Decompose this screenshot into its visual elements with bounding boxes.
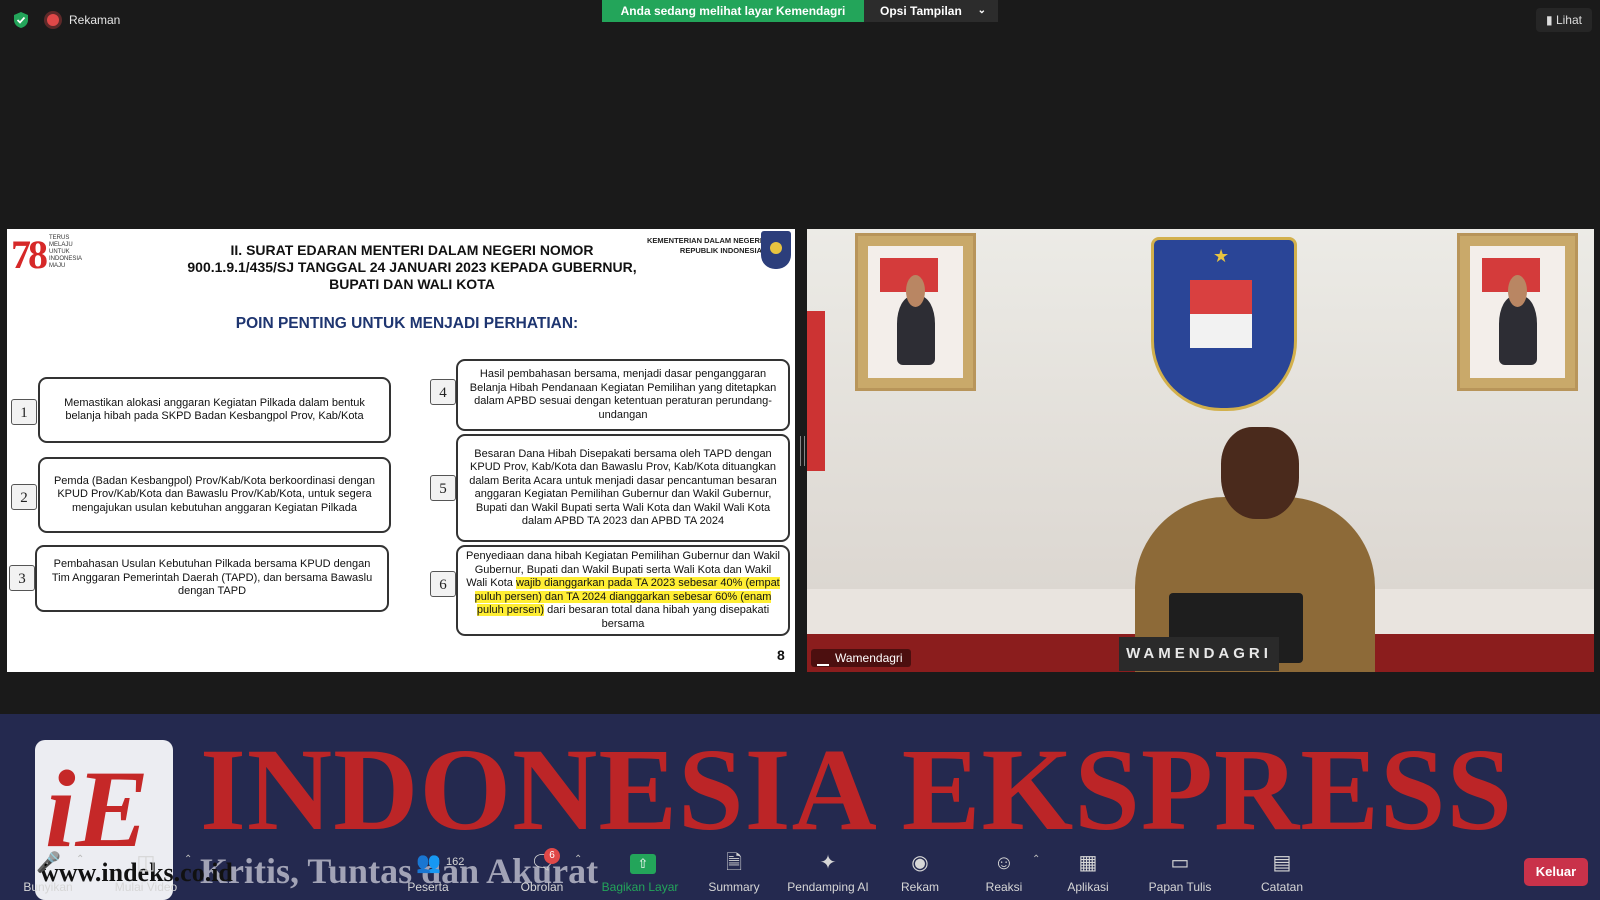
record-icon: ◉ xyxy=(911,852,929,874)
recording-dot-icon[interactable] xyxy=(47,14,59,26)
participant-video[interactable]: ★ WAMENDAGRI Wamendagri xyxy=(807,229,1594,672)
point-number: 6 xyxy=(430,571,456,597)
security-shield-icon[interactable] xyxy=(12,11,30,29)
slide-subtitle: POIN PENTING UNTUK MENJADI PERHATIAN: xyxy=(235,315,579,332)
portrait-frame xyxy=(1457,233,1578,391)
record-button[interactable]: ◉ Rekam xyxy=(874,840,966,900)
meeting-toolbar: 🎤 ⌃ Bunyikan ◫ ⌃ Mulai Video 👥 162 Peser… xyxy=(0,840,1600,900)
ai-companion-button[interactable]: ✦ Pendamping AI xyxy=(782,840,874,900)
participant-count: 162 xyxy=(446,856,465,868)
apps-button[interactable]: ▦ Aplikasi xyxy=(1042,840,1134,900)
whiteboard-button[interactable]: ▭ Papan Tulis xyxy=(1134,840,1226,900)
anniversary-logo: 78 xyxy=(11,232,48,277)
point-number: 3 xyxy=(9,565,35,591)
chat-button[interactable]: 🗨 ⌃ Obrolan xyxy=(496,840,588,900)
whiteboard-icon: ▭ xyxy=(1170,852,1190,874)
flag-decoration xyxy=(807,311,825,471)
ministry-name: KEMENTERIAN DALAM NEGERI REPUBLIK INDONE… xyxy=(646,236,762,255)
ministry-emblem-icon xyxy=(761,231,791,269)
point-text: Penyediaan dana hibah Kegiatan Pemilihan… xyxy=(466,550,780,630)
layout-icon: ▮ xyxy=(1546,13,1553,27)
notes-icon: ▤ xyxy=(1272,852,1292,874)
participant-name-label: Wamendagri xyxy=(811,649,911,667)
reactions-button[interactable]: ☺ ⌃ Reaksi xyxy=(958,840,1050,900)
view-options-label: Opsi Tampilan xyxy=(880,4,962,18)
chevron-up-icon[interactable]: ⌃ xyxy=(1032,854,1040,865)
chevron-down-icon: ⌄ xyxy=(977,5,986,16)
signal-strength-icon xyxy=(817,654,829,666)
recording-label[interactable]: Rekaman xyxy=(69,13,120,27)
summary-icon: 🗎 xyxy=(725,852,743,874)
share-screen-icon[interactable]: ⇧ xyxy=(630,854,656,874)
ai-sparkle-icon: ✦ xyxy=(819,852,837,874)
shared-slide: 78 TERUS MELAJU UNTUK INDONESIA MAJU II.… xyxy=(7,229,795,672)
point-number: 1 xyxy=(11,399,37,425)
notes-button[interactable]: ▤ Catatan xyxy=(1236,840,1328,900)
view-button[interactable]: ▮ Lihat xyxy=(1536,8,1592,32)
watermark-title: INDONESIA EKSPRESS xyxy=(200,724,1514,855)
view-options-dropdown[interactable]: Opsi Tampilan ⌄ xyxy=(864,0,998,22)
point-box: Pembahasan Usulan Kebutuhan Pilkada bers… xyxy=(35,545,389,612)
mute-button[interactable]: 🎤 ⌃ Bunyikan xyxy=(2,840,94,900)
point-box: Besaran Dana Hibah Disepakati bersama ol… xyxy=(456,434,790,542)
split-view-resize-handle[interactable] xyxy=(800,436,805,466)
chevron-up-icon[interactable]: ⌃ xyxy=(76,854,84,865)
ministry-crest: ★ xyxy=(1151,237,1297,411)
logo-motto: TERUS MELAJU UNTUK INDONESIA MAJU xyxy=(49,235,82,269)
point-box: Hasil pembahasan bersama, menjadi dasar … xyxy=(456,359,790,431)
point-box: Penyediaan dana hibah Kegiatan Pemilihan… xyxy=(456,545,790,636)
summary-button[interactable]: 🗎 Summary xyxy=(688,840,780,900)
point-number: 4 xyxy=(430,379,456,405)
view-button-label: Lihat xyxy=(1555,13,1582,27)
point-box: Pemda (Badan Kesbangpol) Prov/Kab/Kota b… xyxy=(38,457,391,533)
video-off-icon: ◫ xyxy=(136,852,156,874)
apps-icon: ▦ xyxy=(1078,852,1098,874)
speaker-head xyxy=(1221,427,1299,519)
point-box: Memastikan alokasi anggaran Kegiatan Pil… xyxy=(38,377,391,443)
portrait-frame xyxy=(855,233,976,391)
participants-button[interactable]: 👥 162 Peserta xyxy=(382,840,474,900)
name-plaque: WAMENDAGRI xyxy=(1119,637,1279,671)
microphone-muted-icon: 🎤 xyxy=(36,852,61,874)
point-number: 5 xyxy=(430,475,456,501)
participants-icon: 👥 xyxy=(416,852,441,874)
chat-unread-badge: 6 xyxy=(544,848,560,864)
leave-meeting-button[interactable]: Keluar xyxy=(1524,858,1588,886)
slide-page-number: 8 xyxy=(777,647,785,663)
point-number: 2 xyxy=(11,484,37,510)
share-status-banner: Anda sedang melihat layar Kemendagri xyxy=(602,0,864,22)
chevron-up-icon[interactable]: ⌃ xyxy=(184,854,192,865)
meeting-top-bar: Rekaman Anda sedang melihat layar Kemend… xyxy=(0,0,1600,40)
chevron-up-icon[interactable]: ⌃ xyxy=(574,854,582,865)
slide-title: II. SURAT EDARAN MENTERI DALAM NEGERI NO… xyxy=(187,242,637,292)
start-video-button[interactable]: ◫ ⌃ Mulai Video xyxy=(100,840,193,900)
reaction-icon: ☺ xyxy=(993,852,1015,874)
